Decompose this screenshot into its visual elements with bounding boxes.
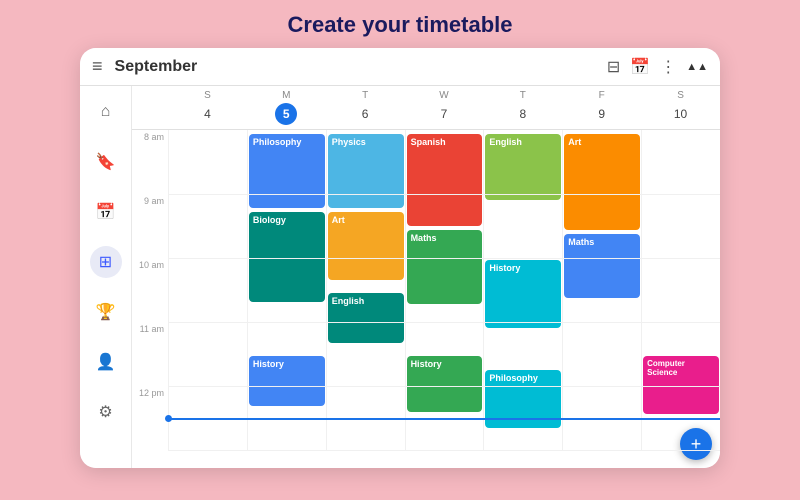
day-headers: S 4 M 5 T 6 W 7 [132, 86, 720, 130]
sidebar-item-home[interactable]: ⌂ [90, 96, 122, 128]
day-saturday: S 10 [641, 90, 720, 125]
col-friday: Art Maths [562, 130, 641, 450]
sidebar-item-trophy[interactable]: 🏆 [90, 296, 122, 328]
event-english-tue[interactable]: English [328, 293, 404, 343]
top-bar: ≡ September ⊟ 📅 ⋮ ▲▲ [80, 48, 720, 86]
month-title: September [115, 58, 607, 76]
day-friday: F 9 [562, 90, 641, 125]
grid-view-icon[interactable]: ⊟ [607, 57, 620, 77]
time-labels: 8 am 9 am 10 am 11 am 12 pm [132, 130, 168, 468]
more-options-icon[interactable]: ⋮ [660, 57, 676, 77]
col-wednesday: Spanish Maths History [405, 130, 484, 450]
col-sunday [168, 130, 247, 450]
sidebar-item-timetable[interactable]: ⊞ [90, 246, 122, 278]
day-sunday: S 4 [168, 90, 247, 125]
event-physics-tue[interactable]: Physics [328, 134, 404, 208]
calendar-icon[interactable]: 📅 [630, 57, 650, 77]
menu-icon[interactable]: ≡ [92, 56, 103, 77]
sidebar: ⌂ 🔖 📅 ⊞ 🏆 👤 ⚙ [80, 86, 132, 468]
day-tuesday: T 6 [326, 90, 405, 125]
event-english-thu[interactable]: English [485, 134, 561, 200]
page-wrapper: Create your timetable ≡ September ⊟ 📅 ⋮ … [0, 0, 800, 500]
event-biology-mon[interactable]: Biology [249, 212, 325, 302]
day-thursday: T 8 [483, 90, 562, 125]
event-art-fri[interactable]: Art [564, 134, 640, 230]
event-history-thu[interactable]: History [485, 260, 561, 328]
event-maths-wed[interactable]: Maths [407, 230, 483, 304]
day-wednesday: W 7 [405, 90, 484, 125]
status-icons: ▲▲ [686, 61, 708, 73]
event-history-mon[interactable]: History [249, 356, 325, 406]
sidebar-item-settings[interactable]: ⚙ [90, 396, 122, 428]
day-monday: M 5 [247, 90, 326, 125]
col-tuesday: Physics Art English [326, 130, 405, 450]
add-event-fab[interactable]: + [680, 428, 712, 460]
event-art-tue[interactable]: Art [328, 212, 404, 280]
top-bar-icons: ⊟ 📅 ⋮ ▲▲ [607, 57, 708, 77]
col-thursday: English History Philosophy [483, 130, 562, 450]
sidebar-item-bookmark[interactable]: 🔖 [90, 146, 122, 178]
col-monday: Philosophy Biology History [247, 130, 326, 450]
calendar-area: S 4 M 5 T 6 W 7 [132, 86, 720, 468]
event-maths-fri[interactable]: Maths [564, 234, 640, 298]
col-saturday: Computer Science [641, 130, 720, 450]
main-content: ⌂ 🔖 📅 ⊞ 🏆 👤 ⚙ S 4 M [80, 86, 720, 468]
page-title: Create your timetable [288, 12, 513, 38]
events-grid: Philosophy Biology History Physics Art E… [168, 130, 720, 468]
event-computer-science-sat[interactable]: Computer Science [643, 356, 719, 414]
event-history-wed[interactable]: History [407, 356, 483, 412]
sidebar-item-calendar[interactable]: 📅 [90, 196, 122, 228]
event-philosophy-mon[interactable]: Philosophy [249, 134, 325, 208]
sidebar-item-profile[interactable]: 👤 [90, 346, 122, 378]
event-spanish-wed[interactable]: Spanish [407, 134, 483, 226]
device-frame: ≡ September ⊟ 📅 ⋮ ▲▲ ⌂ 🔖 📅 ⊞ 🏆 👤 ⚙ [80, 48, 720, 468]
